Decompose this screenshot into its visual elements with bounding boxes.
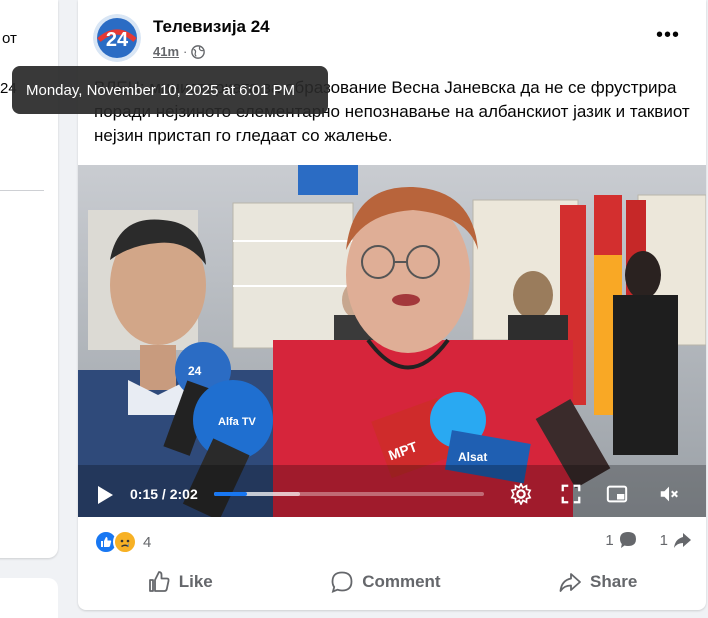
- like-button[interactable]: Like: [123, 562, 237, 602]
- reaction-count: 4: [143, 533, 152, 551]
- current-time: 0:15: [130, 486, 159, 502]
- play-icon[interactable]: [96, 485, 114, 505]
- engagement-counts: 1 1: [605, 530, 692, 550]
- more-options-icon[interactable]: •••: [656, 24, 680, 47]
- share-icon: [559, 573, 581, 592]
- reactions-summary[interactable]: 4: [94, 530, 151, 554]
- comment-bubble-icon: [619, 532, 636, 548]
- time-separator: /: [158, 486, 170, 502]
- comment-count-value: 1: [605, 531, 614, 549]
- share-count[interactable]: 1: [660, 530, 692, 550]
- comment-button[interactable]: Comment: [306, 562, 464, 602]
- video-time-display: 0:15 / 2:02: [130, 486, 198, 502]
- comment-count[interactable]: 1: [605, 530, 637, 550]
- like-label: Like: [178, 572, 213, 591]
- share-button[interactable]: Share: [534, 562, 661, 602]
- settings-gear-icon[interactable]: [510, 483, 532, 505]
- share-count-value: 1: [659, 531, 668, 549]
- tooltip-text: Monday, November 10, 2025 at 6:01 PM: [26, 81, 296, 99]
- post-timestamp-link[interactable]: 41m: [153, 44, 179, 59]
- fullscreen-icon[interactable]: [560, 483, 582, 505]
- comment-icon: [331, 571, 353, 594]
- sad-reaction-icon: [113, 530, 137, 554]
- globe-icon[interactable]: [191, 44, 206, 59]
- svg-text:24: 24: [106, 29, 129, 51]
- post-meta: 41m ·: [153, 44, 206, 59]
- volume-muted-icon[interactable]: [658, 483, 680, 505]
- video-frame-image: 24 Alfa TV МРТ Alsat: [78, 165, 706, 517]
- previous-post-text-fragment: от: [2, 30, 17, 47]
- share-arrow-icon: [674, 533, 691, 548]
- svg-text:24: 24: [188, 364, 202, 378]
- post-action-bar: Like Comment Share: [88, 562, 696, 602]
- share-label: Share: [590, 572, 638, 591]
- duration: 2:02: [169, 486, 198, 502]
- meta-separator: ·: [183, 44, 188, 59]
- timestamp-tooltip: Monday, November 10, 2025 at 6:01 PM: [12, 66, 328, 114]
- svg-text:Alsat: Alsat: [458, 450, 487, 464]
- thumbs-up-icon: [148, 571, 170, 592]
- page-avatar[interactable]: 24: [93, 14, 141, 62]
- picture-in-picture-icon[interactable]: [606, 483, 628, 505]
- next-post-card: [0, 578, 58, 618]
- page-name-link[interactable]: Телевизија 24: [153, 17, 270, 37]
- svg-text:Alfa TV: Alfa TV: [218, 416, 257, 428]
- video-progress-bar[interactable]: [214, 492, 484, 496]
- video-player[interactable]: 24 Alfa TV МРТ Alsat 0:15 / 2:02: [78, 165, 706, 517]
- video-progress-fill: [214, 492, 248, 496]
- comment-label: Comment: [362, 572, 441, 591]
- tv24-logo-icon: 24: [93, 14, 141, 62]
- divider: [0, 190, 44, 191]
- video-controls: 0:15 / 2:02: [78, 471, 706, 517]
- reaction-icons: [94, 530, 137, 554]
